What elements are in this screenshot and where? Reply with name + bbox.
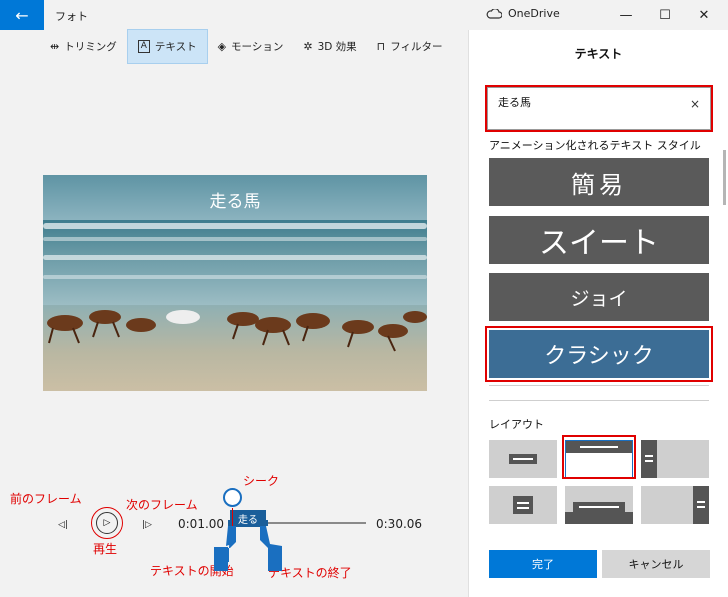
prev-frame-button[interactable]: ◁| [58, 517, 68, 530]
tool-filter-label: フィルター [390, 41, 443, 53]
layout-left-bar [645, 455, 653, 457]
layout-middle-block [513, 496, 533, 514]
layout-left-bar [645, 460, 653, 462]
tool-3d-effects-label: 3D 効果 [317, 41, 357, 53]
minimize-icon: — [619, 7, 633, 23]
filter-icon: ⊓ [376, 40, 386, 53]
text-start-handle[interactable] [214, 547, 228, 571]
layout-bottom-block [565, 512, 633, 524]
3d-effects-icon: ✲ [303, 40, 313, 53]
text-panel: テキスト 走る馬 × アニメーション化されるテキスト スタイル 簡易 スイート … [468, 30, 728, 597]
style-joy-button[interactable]: ジョイ [489, 273, 709, 321]
tool-trim-label: トリミング [64, 41, 117, 53]
app-title: フォト [55, 10, 88, 23]
style-classic-highlight [485, 326, 713, 382]
maximize-icon: ☐ [659, 7, 671, 23]
video-wave [43, 255, 427, 260]
play-button[interactable]: ▷ [96, 512, 118, 534]
layout-option-bottom[interactable] [565, 486, 633, 524]
text-end-handle[interactable] [268, 547, 282, 571]
tool-trim[interactable]: ⇹ トリミング [40, 29, 127, 64]
video-preview[interactable]: 走る馬 [43, 175, 427, 391]
video-sea [43, 220, 427, 305]
layout-bottom-bar [579, 506, 619, 508]
style-sweet-label: スイート [539, 226, 659, 261]
video-wave [43, 223, 427, 229]
layout-option-center[interactable] [489, 440, 557, 478]
annotation-prev-frame: 前のフレーム [10, 492, 82, 506]
next-frame-icon: |▷ [142, 520, 152, 530]
tool-motion-label: モーション [231, 41, 284, 53]
layout-middle-bar [517, 502, 529, 504]
annotation-seek: シーク [243, 474, 280, 488]
style-divider [489, 385, 709, 386]
text-input-highlight [485, 85, 713, 132]
section-divider [489, 400, 709, 401]
panel-title: テキスト [574, 47, 623, 61]
cancel-button[interactable]: キャンセル [602, 550, 710, 578]
layout-left-block [641, 440, 657, 478]
layout-option-right[interactable] [641, 486, 709, 524]
next-frame-button[interactable]: |▷ [142, 517, 152, 530]
seek-handle[interactable] [223, 488, 242, 507]
close-icon: ✕ [698, 7, 710, 23]
layout-center-bar [513, 458, 533, 460]
horses-image [47, 310, 427, 352]
layout-heading: レイアウト [489, 418, 544, 431]
style-simple-label: 簡易 [571, 170, 627, 199]
prev-frame-icon: ◁| [58, 520, 68, 530]
layout-highlight [562, 435, 636, 479]
panel-scrollbar[interactable] [723, 150, 726, 205]
styles-heading: アニメーション化されるテキスト スタイル [489, 139, 701, 152]
tool-motion[interactable]: ◈ モーション [208, 29, 294, 64]
play-icon: ▷ [103, 518, 111, 528]
layout-option-middle-box[interactable] [489, 486, 557, 524]
playback-controls: 前のフレーム 次のフレーム シーク 再生 テキストの開始 テキストの終了 ◁| … [0, 470, 468, 597]
cloud-icon [486, 8, 502, 19]
motion-icon: ◈ [217, 40, 227, 53]
edit-toolbar: ⇹ トリミング A テキスト ◈ モーション ✲ 3D 効果 ⊓ フィルター [40, 29, 453, 64]
annotation-next-frame: 次のフレーム [126, 498, 198, 512]
text-icon: A [137, 40, 150, 53]
maximize-button[interactable]: ☐ [645, 4, 685, 26]
title-bar: ← フォト OneDrive — ☐ ✕ [0, 0, 728, 30]
layout-right-bar [697, 506, 705, 508]
back-button[interactable]: ← [0, 0, 44, 30]
text-chip: 走る [230, 510, 266, 527]
style-sweet-button[interactable]: スイート [489, 216, 709, 264]
done-button[interactable]: 完了 [489, 550, 597, 578]
layout-option-left[interactable] [641, 440, 709, 478]
tool-text[interactable]: A テキスト [126, 29, 208, 64]
trim-icon: ⇹ [50, 40, 60, 53]
minimize-button[interactable]: — [606, 4, 646, 26]
onedrive-label: OneDrive [508, 7, 560, 20]
video-overlay-text: 走る馬 [209, 192, 261, 212]
annotation-play: 再生 [93, 542, 118, 556]
layout-middle-bar [517, 507, 529, 509]
tool-text-label: テキスト [154, 41, 197, 53]
onedrive-button[interactable]: OneDrive [486, 7, 560, 20]
seek-line [232, 508, 233, 528]
layout-right-bar [697, 501, 705, 503]
layout-right-block [693, 486, 709, 524]
back-arrow-icon: ← [15, 5, 29, 25]
video-wave [43, 275, 427, 279]
style-simple-button[interactable]: 簡易 [489, 158, 709, 206]
end-time: 0:30.06 [376, 517, 423, 531]
tool-3d-effects[interactable]: ✲ 3D 効果 [293, 29, 366, 64]
video-wave [43, 237, 427, 241]
close-button[interactable]: ✕ [684, 4, 724, 26]
style-joy-label: ジョイ [570, 287, 628, 310]
tool-filter[interactable]: ⊓ フィルター [367, 29, 453, 64]
